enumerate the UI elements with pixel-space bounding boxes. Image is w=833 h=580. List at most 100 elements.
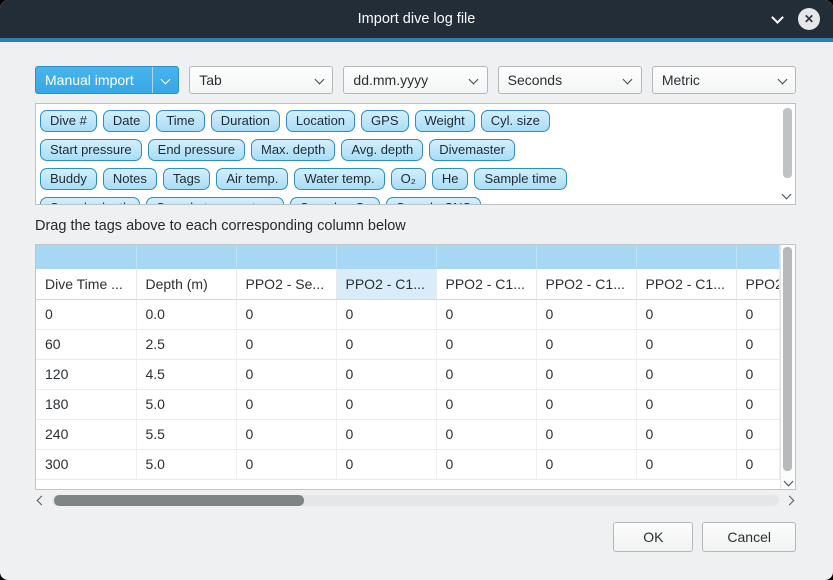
close-button[interactable]: ✕ [798,8,820,30]
tag-row: Sample depth Sample temperature Sample pO₂… [40,193,775,205]
chevron-down-icon [152,67,178,93]
combo-value: Manual import [45,72,134,88]
column-header[interactable]: PPO2 [736,269,780,299]
tag-time[interactable]: Time [156,110,204,132]
table-body: 00.0000000602.50000001204.50000001805.00… [36,299,780,479]
column-header[interactable]: PPO2 - C1... [636,269,736,299]
table-row: 00.0000000 [36,299,780,329]
tag-water-temp[interactable]: Water temp. [294,168,384,190]
tag-sample-cns[interactable]: Sample CNS [386,197,481,205]
tag-sample-temperature[interactable]: Sample temperature [146,197,284,205]
tag-gps[interactable]: GPS [361,110,408,132]
combo-date-format[interactable]: dd.mm.yyyy [343,66,487,94]
table-cell: 0 [336,389,436,419]
column-drop-target[interactable] [736,245,780,269]
table-cell: 2.5 [136,329,236,359]
instruction-text: Drag the tags above to each correspondin… [35,218,796,234]
column-drop-target[interactable] [536,245,636,269]
tag-weight[interactable]: Weight [415,110,475,132]
column-drop-target[interactable] [636,245,736,269]
table-cell: 0 [36,299,136,329]
scrollbar-handle[interactable] [783,108,792,178]
chevron-down-icon [769,67,795,93]
table-row: 1805.0000000 [36,389,780,419]
column-header-row: Dive Time ...Depth (m)PPO2 - Se...PPO2 -… [36,269,780,299]
tag-end-pressure[interactable]: End pressure [148,139,245,161]
table-cell: 0 [436,359,536,389]
table-row: 1204.5000000 [36,359,780,389]
table-cell: 0.0 [136,299,236,329]
cancel-button[interactable]: Cancel [702,522,796,552]
table-cell: 0 [736,419,780,449]
chevron-down-icon [461,67,487,93]
tag-tags[interactable]: Tags [163,168,210,190]
table-cell: 0 [736,359,780,389]
column-drop-target[interactable] [336,245,436,269]
window-title: Import dive log file [358,11,476,27]
scroll-right-icon[interactable] [785,496,795,506]
tag-row: Start pressure End pressure Max. depth Avg.… [40,135,775,164]
combo-units[interactable]: Metric [652,66,796,94]
tag-start-pressure[interactable]: Start pressure [40,139,142,161]
tag-dive[interactable]: Dive # [40,110,97,132]
scroll-left-icon[interactable] [37,496,47,506]
tag-location[interactable]: Location [286,110,355,132]
table-cell: 0 [536,449,636,479]
column-drop-target[interactable] [236,245,336,269]
tag-duration[interactable]: Duration [211,110,280,132]
scroll-down-icon[interactable] [782,190,792,200]
table-row: 602.5000000 [36,329,780,359]
column-header[interactable]: PPO2 - C1... [436,269,536,299]
scrollbar-handle[interactable] [783,247,792,471]
scrollbar-handle[interactable] [54,495,304,506]
ok-button[interactable]: OK [613,522,693,552]
combo-value: dd.mm.yyyy [353,72,428,88]
tag-avg-depth[interactable]: Avg. depth [341,139,423,161]
column-drop-target[interactable] [136,245,236,269]
column-drop-target[interactable] [436,245,536,269]
tag-sample-time[interactable]: Sample time [474,168,566,190]
table-cell: 0 [636,389,736,419]
tag-he[interactable]: He [432,168,469,190]
tag-notes[interactable]: Notes [103,168,157,190]
combo-duration-format[interactable]: Seconds [498,66,642,94]
table-cell: 300 [36,449,136,479]
column-header[interactable]: Depth (m) [136,269,236,299]
tag-panel-scrollbar[interactable] [780,106,793,202]
tag-cyl-size[interactable]: Cyl. size [481,110,550,132]
tag-max-depth[interactable]: Max. depth [251,139,335,161]
table-cell: 0 [336,419,436,449]
tag-buddy[interactable]: Buddy [40,168,97,190]
column-header[interactable]: Dive Time ... [36,269,136,299]
table-row: 3005.0000000 [36,449,780,479]
table-horizontal-scrollbar[interactable] [35,493,796,508]
tag-sample-po[interactable]: Sample pO₂ [290,197,380,205]
table-scroll-area: Dive Time ...Depth (m)PPO2 - Se...PPO2 -… [36,245,780,489]
titlebar-controls: ✕ [773,0,820,38]
tag-sample-depth[interactable]: Sample depth [40,197,140,205]
table-cell: 0 [636,359,736,389]
tag-o[interactable]: O₂ [391,168,426,190]
tag-divemaster[interactable]: Divemaster [429,139,515,161]
table-cell: 240 [36,419,136,449]
combo-import-type[interactable]: Manual import [35,66,179,94]
table-cell: 0 [536,359,636,389]
column-header[interactable]: PPO2 - C1... [336,269,436,299]
chevron-down-icon [615,67,641,93]
table-cell: 0 [436,389,536,419]
scroll-down-icon[interactable] [784,477,794,487]
table-cell: 0 [436,419,536,449]
column-header[interactable]: PPO2 - Se... [236,269,336,299]
tag-date[interactable]: Date [103,110,150,132]
table-cell: 5.0 [136,389,236,419]
table-cell: 0 [236,389,336,419]
column-drop-target[interactable] [36,245,136,269]
chevron-down-icon[interactable] [773,16,782,22]
table-vertical-scrollbar[interactable] [780,245,795,489]
combo-field-separator[interactable]: Tab [189,66,333,94]
column-header[interactable]: PPO2 - C1... [536,269,636,299]
titlebar[interactable]: Import dive log file ✕ [0,0,833,38]
tag-air-temp[interactable]: Air temp. [216,168,288,190]
import-dive-log-dialog: Import dive log file ✕ Manual import Tab d… [0,0,833,580]
dialog-footer: OK Cancel [35,522,796,552]
